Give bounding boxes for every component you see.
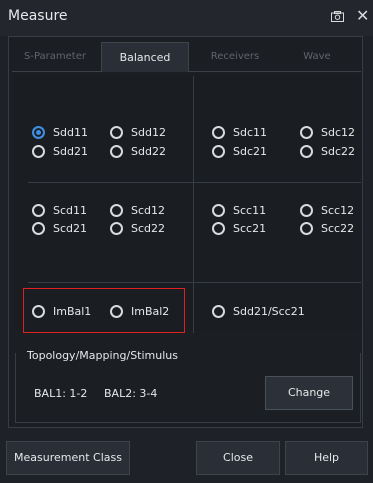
radio-scc21[interactable]: Scc21: [212, 220, 266, 236]
radio-icon: [212, 144, 225, 158]
radio-icon: [300, 221, 313, 235]
radio-sdd21[interactable]: Sdd21: [32, 143, 88, 159]
radio-scc11[interactable]: Scc11: [212, 202, 266, 218]
help-button[interactable]: Help: [285, 441, 368, 475]
radio-icon: [110, 304, 123, 318]
radio-icon: [32, 144, 45, 158]
radio-imbal1[interactable]: ImBal1: [32, 303, 91, 319]
close-icon[interactable]: ✕: [356, 8, 369, 24]
window-title: Measure: [8, 8, 68, 24]
radio-icon: [32, 203, 45, 217]
radio-icon: [300, 203, 313, 217]
tab-divider: [12, 71, 101, 72]
radio-icon: [110, 203, 123, 217]
camera-icon[interactable]: [331, 11, 344, 22]
radio-icon: [212, 125, 225, 139]
radio-icon: [32, 304, 45, 318]
radio-icon: [110, 144, 123, 158]
bal1-mapping: BAL1: 1-2: [34, 387, 88, 400]
topology-title: Topology/Mapping/Stimulus: [27, 349, 178, 362]
radio-icon: [300, 144, 313, 158]
tab-s-parameter[interactable]: S-Parameter: [12, 45, 98, 69]
radio-icon: [212, 221, 225, 235]
grid-divider: [28, 182, 361, 183]
radio-imbal2[interactable]: ImBal2: [110, 303, 169, 319]
tab-receivers[interactable]: Receivers: [192, 45, 278, 69]
radio-sdd22[interactable]: Sdd22: [110, 143, 166, 159]
radio-icon: [212, 304, 225, 318]
radio-icon: [212, 203, 225, 217]
tab-divider: [189, 71, 361, 72]
radio-sdd21-scc21[interactable]: Sdd21/Scc21: [212, 303, 305, 319]
close-button[interactable]: Close: [196, 441, 280, 475]
radio-scc22[interactable]: Scc22: [300, 220, 354, 236]
grid-divider: [193, 76, 194, 333]
radio-sdc21[interactable]: Sdc21: [212, 143, 267, 159]
radio-sdc11[interactable]: Sdc11: [212, 124, 267, 140]
radio-icon: [32, 221, 45, 235]
radio-selected-icon: [32, 125, 45, 139]
radio-icon: [300, 125, 313, 139]
change-button[interactable]: Change: [265, 376, 353, 410]
radio-sdd12[interactable]: Sdd12: [110, 124, 166, 140]
radio-icon: [110, 221, 123, 235]
radio-scd12[interactable]: Scd12: [110, 202, 165, 218]
radio-sdd11[interactable]: Sdd11: [32, 124, 88, 140]
radio-sdc12[interactable]: Sdc12: [300, 124, 355, 140]
radio-scd21[interactable]: Scd21: [32, 220, 87, 236]
radio-icon: [110, 125, 123, 139]
measurement-class-button[interactable]: Measurement Class: [6, 441, 130, 475]
radio-scd22[interactable]: Scd22: [110, 220, 165, 236]
radio-scc12[interactable]: Scc12: [300, 202, 354, 218]
radio-scd11[interactable]: Scd11: [32, 202, 87, 218]
tab-balanced[interactable]: Balanced: [101, 42, 189, 72]
radio-sdc22[interactable]: Sdc22: [300, 143, 355, 159]
grid-divider: [28, 282, 361, 283]
tab-wave[interactable]: Wave: [281, 45, 353, 69]
bal2-mapping: BAL2: 3-4: [104, 387, 158, 400]
